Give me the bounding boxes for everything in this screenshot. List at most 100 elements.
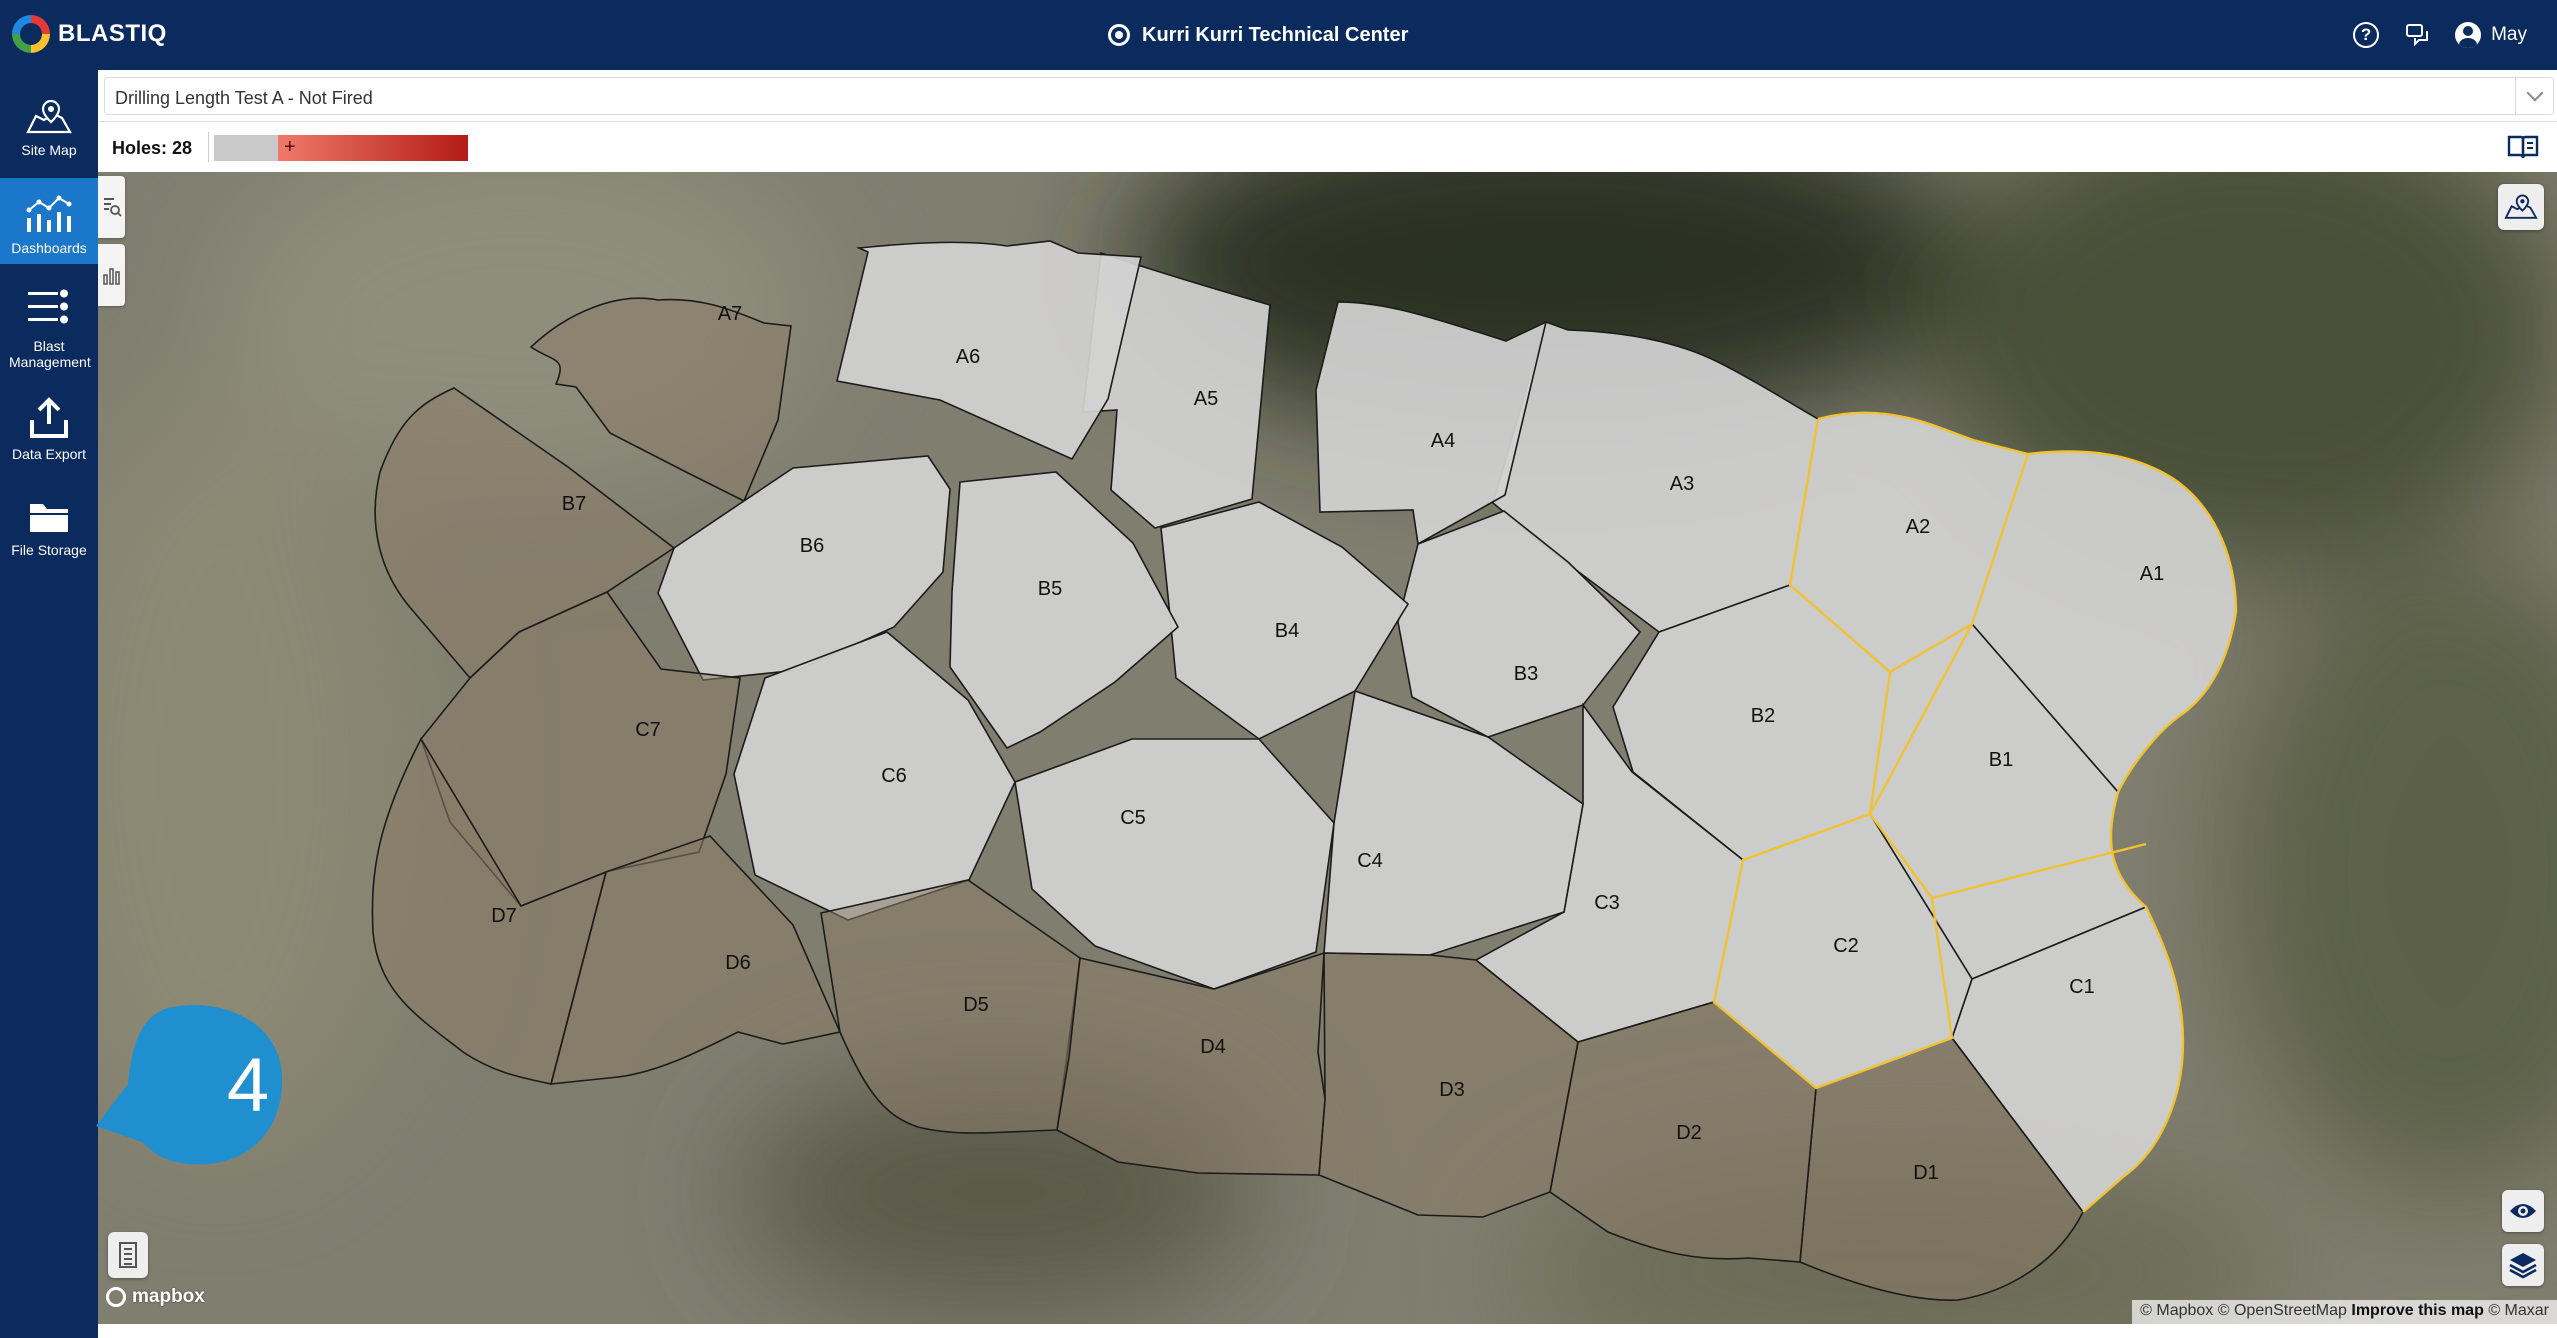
logo-text: BLASTIQ	[58, 20, 167, 47]
bottom-strip	[98, 1324, 2557, 1338]
upload-icon	[30, 397, 68, 438]
attribution-maxar[interactable]: © Maxar	[2488, 1302, 2549, 1319]
legend-divider	[208, 132, 209, 162]
cell-label-c5: C5	[1120, 807, 1146, 829]
cell-label-c4: C4	[1357, 850, 1383, 872]
help-icon: ?	[2353, 22, 2380, 48]
ramp-no-data-swatch	[214, 135, 278, 161]
map-view-toggle-button[interactable]	[2498, 184, 2544, 230]
sidebar-item-blast-management[interactable]: Blast Management	[0, 276, 98, 376]
map-search-button[interactable]	[98, 176, 125, 238]
map-chart-button[interactable]	[98, 244, 125, 306]
layers-icon	[2509, 1253, 2537, 1279]
user-name: May	[2491, 24, 2527, 45]
cell-label-a3: A3	[1670, 473, 1694, 495]
layer-select-bar: Drilling Length Test A - Not Fired	[98, 70, 2557, 122]
cell-label-d1: D1	[1913, 1162, 1939, 1184]
cell-label-d2: D2	[1676, 1122, 1702, 1144]
attribution-improve[interactable]: Improve this map	[2351, 1302, 2483, 1319]
blast-pattern-map: A1 A2 A3 A4 A5 A6 A7 B1 B2 B3 B4 B5 B6 B7 C1 C2 C3 C4 C5 C6…	[371, 240, 2238, 1301]
blast-cell-b6[interactable]	[657, 455, 951, 681]
top-header: BLASTIQ Kurri Kurri Technical Center ? M…	[0, 0, 2557, 70]
cell-label-b4: B4	[1275, 620, 1299, 642]
layers-button[interactable]	[2502, 1244, 2544, 1286]
sidebar-item-label: Dashboards	[11, 240, 87, 256]
site-selector[interactable]: Kurri Kurri Technical Center	[1108, 18, 1408, 52]
cell-label-c2: C2	[1833, 935, 1859, 957]
blast-cell-c4[interactable]	[1323, 689, 1584, 956]
cell-label-a1: A1	[2140, 563, 2164, 585]
color-ramp[interactable]: +	[214, 135, 468, 161]
mapbox-icon	[106, 1287, 126, 1307]
list-search-icon	[103, 198, 122, 217]
cell-label-b5: B5	[1038, 578, 1062, 600]
user-icon	[2455, 22, 2482, 48]
location-target-icon	[1108, 24, 1130, 46]
chat-button[interactable]	[2403, 20, 2433, 50]
sidebar-item-file-storage[interactable]: File Storage	[0, 486, 98, 576]
legend-bar: Holes: 28 +	[98, 122, 2557, 172]
help-button[interactable]: ?	[2351, 20, 2381, 50]
cell-label-b3: B3	[1514, 663, 1538, 685]
cell-label-b7: B7	[562, 493, 586, 515]
legend-book-icon[interactable]	[2507, 134, 2539, 160]
blastiq-logo[interactable]: BLASTIQ	[12, 14, 167, 54]
cell-label-b6: B6	[800, 535, 824, 557]
map-pin-icon	[26, 99, 72, 134]
cell-label-d7: D7	[491, 905, 517, 927]
cell-label-d3: D3	[1439, 1079, 1465, 1101]
blast-cell-a6[interactable]	[836, 240, 1142, 461]
blast-cell-d5[interactable]	[820, 879, 1081, 1134]
site-name: Kurri Kurri Technical Center	[1142, 23, 1409, 46]
chat-icon	[2406, 24, 2429, 47]
attribution-mapbox[interactable]: © Mapbox	[2140, 1302, 2213, 1319]
chevron-down-icon[interactable]	[2515, 78, 2553, 114]
sidebar-item-label: Blast Management	[9, 338, 91, 370]
map-view[interactable]: A1 A2 A3 A4 A5 A6 A7 B1 B2 B3 B4 B5 B6 B7 C1 C2 C3 C4 C5 C6…	[98, 172, 2557, 1324]
mapbox-logo[interactable]: mapbox	[106, 1286, 205, 1308]
cell-label-b1: B1	[1989, 749, 2013, 771]
cell-label-d6: D6	[725, 952, 751, 974]
dashboard-icon	[26, 195, 72, 232]
cell-label-a2: A2	[1906, 516, 1930, 538]
ramp-value-gradient: +	[278, 135, 468, 161]
folder-icon	[30, 504, 68, 532]
sidebar-item-label: Site Map	[21, 142, 77, 158]
header-actions: ? May	[2351, 16, 2527, 54]
ladder-list-icon	[119, 1242, 137, 1268]
sidebar-item-site-map[interactable]: Site Map	[0, 84, 98, 164]
ramp-plus-marker: +	[284, 136, 296, 158]
user-menu[interactable]: May	[2455, 22, 2527, 48]
holes-count: Holes: 28	[112, 138, 193, 158]
step-number: 4	[226, 1043, 270, 1128]
eye-icon	[2510, 1204, 2536, 1218]
bar-chart-icon	[102, 268, 120, 285]
cell-label-c3: C3	[1594, 892, 1620, 914]
sidebar-item-dashboards[interactable]: Dashboards	[0, 178, 98, 264]
cell-label-c6: C6	[881, 765, 907, 787]
app-root: BLASTIQ Kurri Kurri Technical Center ? M…	[0, 0, 2557, 1338]
cell-label-a7: A7	[718, 303, 742, 325]
cell-label-b2: B2	[1751, 705, 1775, 727]
map-tool-strip	[98, 176, 126, 306]
logo-icon	[12, 15, 50, 53]
cell-label-c7: C7	[635, 719, 661, 741]
cell-label-d5: D5	[963, 994, 989, 1016]
sidebar-item-label: Data Export	[12, 446, 86, 462]
step-callout: 4	[72, 1002, 292, 1172]
layer-select[interactable]: Drilling Length Test A - Not Fired	[104, 77, 2554, 115]
hole-list-button[interactable]	[108, 1232, 148, 1278]
mapbox-label: mapbox	[132, 1286, 205, 1307]
blast-cell-d4[interactable]	[1056, 951, 1326, 1176]
sidebar-item-data-export[interactable]: Data Export	[0, 386, 98, 476]
sidebar-item-label: File Storage	[11, 542, 87, 558]
map-attribution: © Mapbox © OpenStreetMap Improve this ma…	[2132, 1300, 2557, 1324]
visibility-button[interactable]	[2502, 1190, 2544, 1232]
cell-label-a5: A5	[1194, 388, 1218, 410]
layer-select-value: Drilling Length Test A - Not Fired	[115, 88, 373, 108]
cell-label-c1: C1	[2069, 976, 2095, 998]
cell-label-a4: A4	[1431, 430, 1455, 452]
cell-label-d4: D4	[1200, 1036, 1226, 1058]
attribution-osm[interactable]: © OpenStreetMap	[2218, 1302, 2347, 1319]
map-pin-icon	[2504, 194, 2538, 219]
